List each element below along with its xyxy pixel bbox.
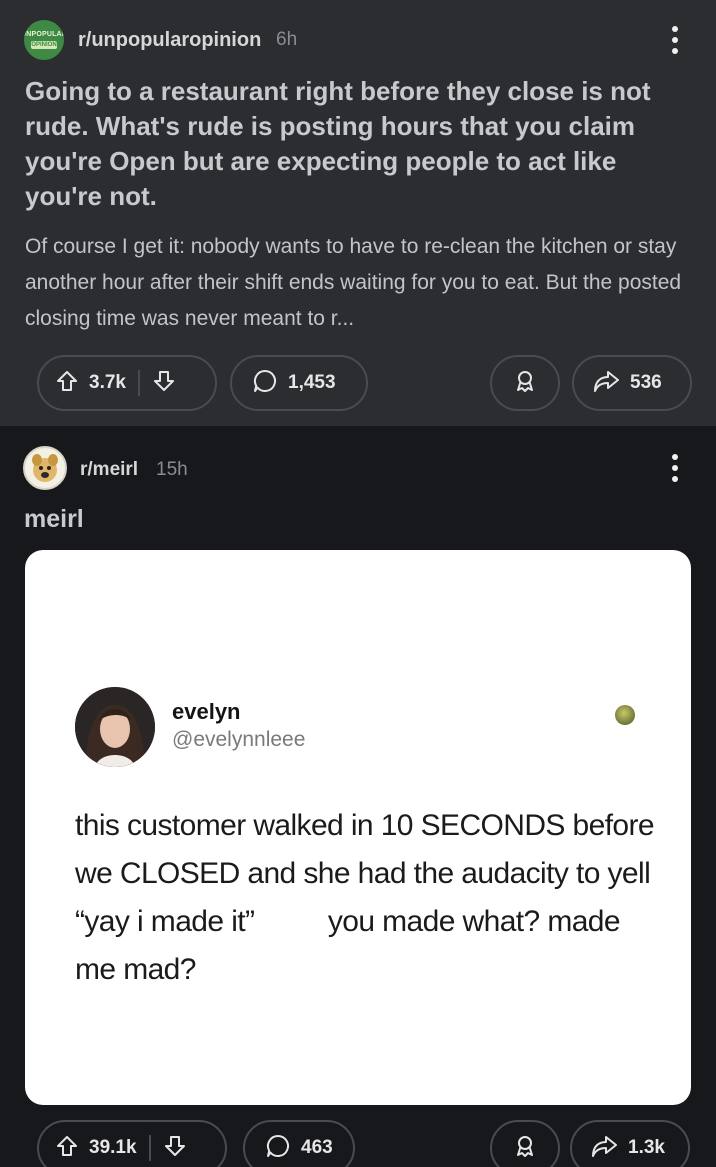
post-title[interactable]: meirl bbox=[24, 505, 84, 534]
upvote-icon[interactable] bbox=[55, 1134, 79, 1163]
post-body[interactable]: Of course I get it: nobody wants to have… bbox=[25, 229, 695, 337]
share-count: 1.3k bbox=[628, 1137, 665, 1158]
award-icon bbox=[512, 368, 538, 399]
avatar-text-top: UNPOPULAR bbox=[24, 31, 64, 38]
subreddit-name[interactable]: r/meirl bbox=[80, 459, 138, 481]
downvote-icon[interactable] bbox=[163, 1134, 187, 1163]
vote-count: 39.1k bbox=[89, 1137, 137, 1158]
comment-count: 1,453 bbox=[288, 372, 336, 393]
post-unpopularopinion[interactable]: UNPOPULAR OPINION r/unpopularopinion 6h … bbox=[0, 0, 716, 426]
comments-button[interactable]: 1,453 bbox=[230, 355, 368, 411]
reddit-feed: UNPOPULAR OPINION r/unpopularopinion 6h … bbox=[0, 0, 716, 1167]
upvote-icon[interactable] bbox=[55, 369, 79, 398]
vote-divider bbox=[137, 370, 140, 396]
award-icon bbox=[512, 1133, 538, 1164]
vote-bar: 39.1k bbox=[37, 1120, 227, 1167]
vote-bar: 3.7k bbox=[37, 355, 217, 411]
verified-dot-icon bbox=[615, 705, 635, 725]
comment-count: 463 bbox=[301, 1137, 333, 1158]
comment-icon bbox=[252, 368, 278, 399]
award-button[interactable] bbox=[490, 355, 560, 411]
tweet-avatar bbox=[75, 687, 155, 767]
more-options-icon[interactable] bbox=[671, 26, 679, 54]
post-age: 6h bbox=[276, 29, 298, 50]
subreddit-avatar[interactable]: UNPOPULAR OPINION bbox=[24, 20, 64, 60]
more-options-icon[interactable] bbox=[671, 454, 679, 482]
tweet-author-name: evelyn bbox=[172, 699, 241, 724]
share-icon bbox=[590, 1133, 618, 1164]
share-count: 536 bbox=[630, 372, 662, 393]
redacted-word bbox=[262, 910, 321, 937]
tweet-text: this customer walked in 10 SECONDS befor… bbox=[75, 802, 655, 994]
vote-count: 3.7k bbox=[89, 372, 126, 393]
tweet-author-handle: @evelynnleee bbox=[172, 728, 306, 751]
share-button[interactable]: 1.3k bbox=[570, 1120, 690, 1167]
comments-button[interactable]: 463 bbox=[243, 1120, 355, 1167]
subreddit-avatar[interactable] bbox=[23, 446, 67, 490]
avatar-text-bottom: OPINION bbox=[31, 41, 57, 49]
downvote-icon[interactable] bbox=[152, 369, 176, 398]
comment-icon bbox=[265, 1133, 291, 1164]
post-age: 15h bbox=[156, 459, 188, 480]
tweet-image[interactable]: evelyn @evelynnleee this customer walked… bbox=[25, 550, 691, 1105]
award-button[interactable] bbox=[490, 1120, 560, 1167]
share-button[interactable]: 536 bbox=[572, 355, 692, 411]
vote-divider bbox=[148, 1135, 151, 1161]
post-title[interactable]: Going to a restaurant right before they … bbox=[25, 74, 690, 214]
share-icon bbox=[592, 368, 620, 399]
subreddit-name[interactable]: r/unpopularopinion bbox=[78, 29, 261, 52]
